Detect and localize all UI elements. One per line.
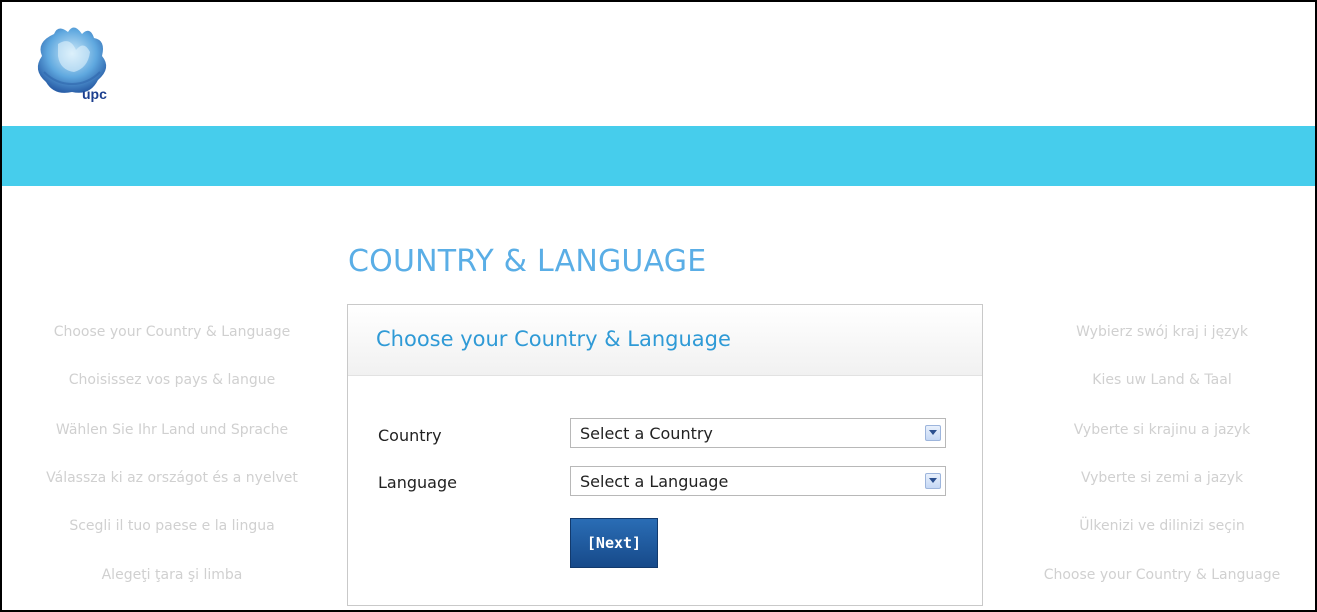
side-phrase-left: Wählen Sie Ihr Land und Sprache [55,422,289,438]
chevron-down-icon[interactable] [925,473,941,489]
language-select[interactable]: Select a Language [570,466,946,496]
language-label: Language [378,473,457,492]
country-language-panel: Choose your Country & Language Country S… [347,304,983,606]
side-phrase-left: Choose your Country & Language [53,324,291,340]
side-phrase-left: Alegeţi ţara şi limba [101,567,243,583]
page-title: COUNTRY & LANGUAGE [348,244,707,279]
chevron-down-icon[interactable] [925,425,941,441]
language-select-value: Select a Language [580,472,729,491]
next-button[interactable]: [Next] [570,518,658,568]
side-phrase-left: Choisissez vos pays & langue [68,372,276,388]
panel-title: Choose your Country & Language [376,327,731,351]
header-band [2,126,1315,186]
side-phrase-right: Choose your Country & Language [1043,567,1281,583]
country-select-value: Select a Country [580,424,713,443]
side-phrase-left: Válassza ki az országot és a nyelvet [46,470,298,486]
country-select[interactable]: Select a Country [570,418,946,448]
side-phrase-right: Ülkenizi ve dilinizi seçin [1079,518,1245,534]
side-phrase-right: Wybierz swój kraj i język [1076,324,1248,340]
page-frame: upc COUNTRY & LANGUAGE Choose your Count… [0,0,1317,612]
side-phrase-right: Vyberte si krajinu a jazyk [1073,422,1251,438]
side-phrase-right: Vyberte si zemi a jazyk [1080,470,1244,486]
side-phrase-right: Kies uw Land & Taal [1092,372,1232,388]
upc-logo-icon [37,27,107,93]
side-phrase-left: Scegli il tuo paese e la lingua [69,518,275,534]
logo-text: upc [82,86,107,102]
country-label: Country [378,426,442,445]
panel-header: Choose your Country & Language [348,305,982,376]
